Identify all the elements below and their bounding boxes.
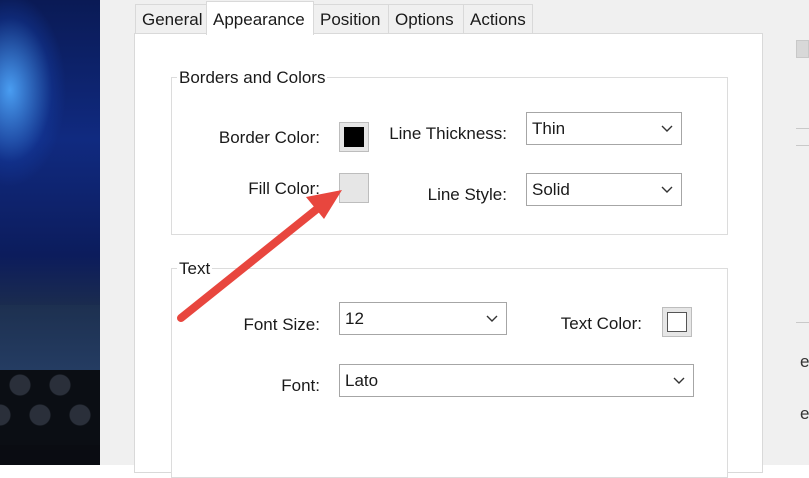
borders-and-colors-title: Borders and Colors	[177, 68, 328, 88]
text-group-title: Text	[177, 259, 213, 279]
tab-actions[interactable]: Actions	[463, 4, 533, 34]
font-size-value: 12	[345, 309, 364, 328]
line-thickness-dropdown[interactable]: Thin	[526, 112, 682, 145]
chevron-down-icon	[661, 125, 673, 132]
font-label: Font:	[281, 376, 320, 395]
divider	[796, 128, 809, 129]
border-color-fill	[344, 127, 364, 147]
divider	[796, 145, 809, 146]
clipped-text: e	[800, 352, 809, 371]
font-dropdown[interactable]: Lato	[339, 364, 694, 397]
appearance-panel: Borders and Colors Border Color: Fill Co…	[134, 33, 763, 478]
border-color-swatch[interactable]	[339, 122, 369, 152]
chevron-down-icon	[673, 377, 685, 384]
text-color-label: Text Color:	[560, 314, 642, 333]
background-band	[0, 305, 100, 370]
background-bottom	[0, 445, 100, 465]
tab-options[interactable]: Options	[388, 4, 464, 34]
line-thickness-value: Thin	[532, 119, 566, 138]
fill-color-label: Fill Color:	[248, 179, 320, 198]
divider	[796, 322, 809, 323]
font-size-combobox[interactable]: 12	[339, 302, 507, 335]
text-color-swatch[interactable]	[662, 307, 692, 337]
border-color-label: Border Color:	[218, 128, 320, 147]
line-style-label: Line Style:	[427, 185, 507, 204]
line-style-dropdown[interactable]: Solid	[526, 173, 682, 206]
line-style-value: Solid	[532, 180, 570, 199]
chevron-down-icon	[486, 315, 498, 322]
desktop-background	[0, 0, 100, 465]
font-size-label: Font Size:	[243, 315, 320, 334]
tab-general[interactable]: General	[135, 4, 207, 34]
background-hex-pattern	[0, 370, 100, 445]
font-value: Lato	[345, 371, 379, 390]
line-thickness-label: Line Thickness:	[389, 124, 507, 143]
clipped-text: e	[800, 404, 809, 423]
borders-and-colors-group	[171, 77, 728, 235]
text-color-fill	[667, 312, 687, 332]
fill-color-swatch[interactable]	[339, 173, 369, 203]
scrollbar-thumb[interactable]	[796, 40, 809, 58]
chevron-down-icon	[661, 186, 673, 193]
tab-appearance[interactable]: Appearance	[206, 1, 314, 35]
tab-position[interactable]: Position	[313, 4, 389, 34]
background-window-edge: e e	[780, 0, 809, 465]
